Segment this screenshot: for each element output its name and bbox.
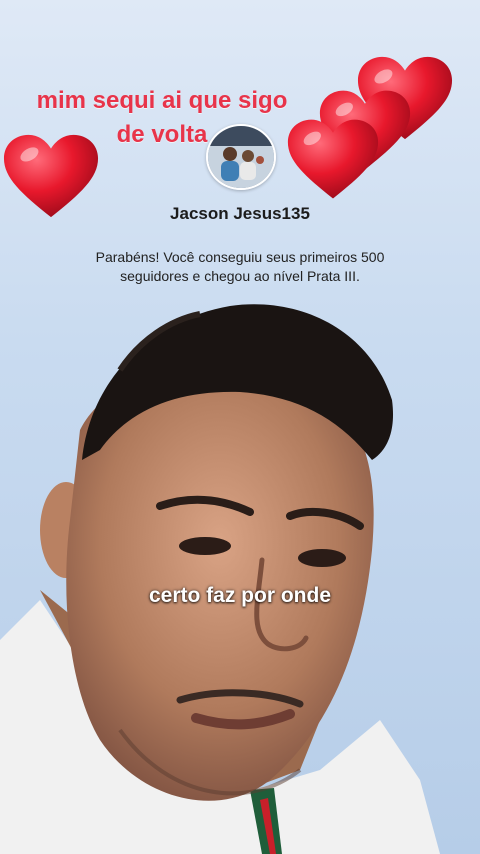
profile-avatar[interactable] [206, 124, 276, 190]
achievement-line2: seguidores e chegou ao nível Prata III. [120, 268, 360, 284]
story-caption-line1: mim sequi ai que sigo [36, 87, 288, 114]
achievement-line1: Parabéns! Você conseguiu seus primeiros … [95, 249, 385, 265]
achievement-message: Parabéns! Você conseguiu seus primeiros … [60, 248, 420, 286]
avatar-photo [208, 126, 274, 188]
username[interactable]: Jacson Jesus135 [0, 204, 480, 224]
heart-icon [287, 119, 379, 199]
selfie-photo [0, 304, 440, 854]
story-overlay-text: certo faz por onde [148, 584, 332, 607]
story-screen: mim sequi ai que sigo de volta Jacson Je… [0, 0, 480, 854]
